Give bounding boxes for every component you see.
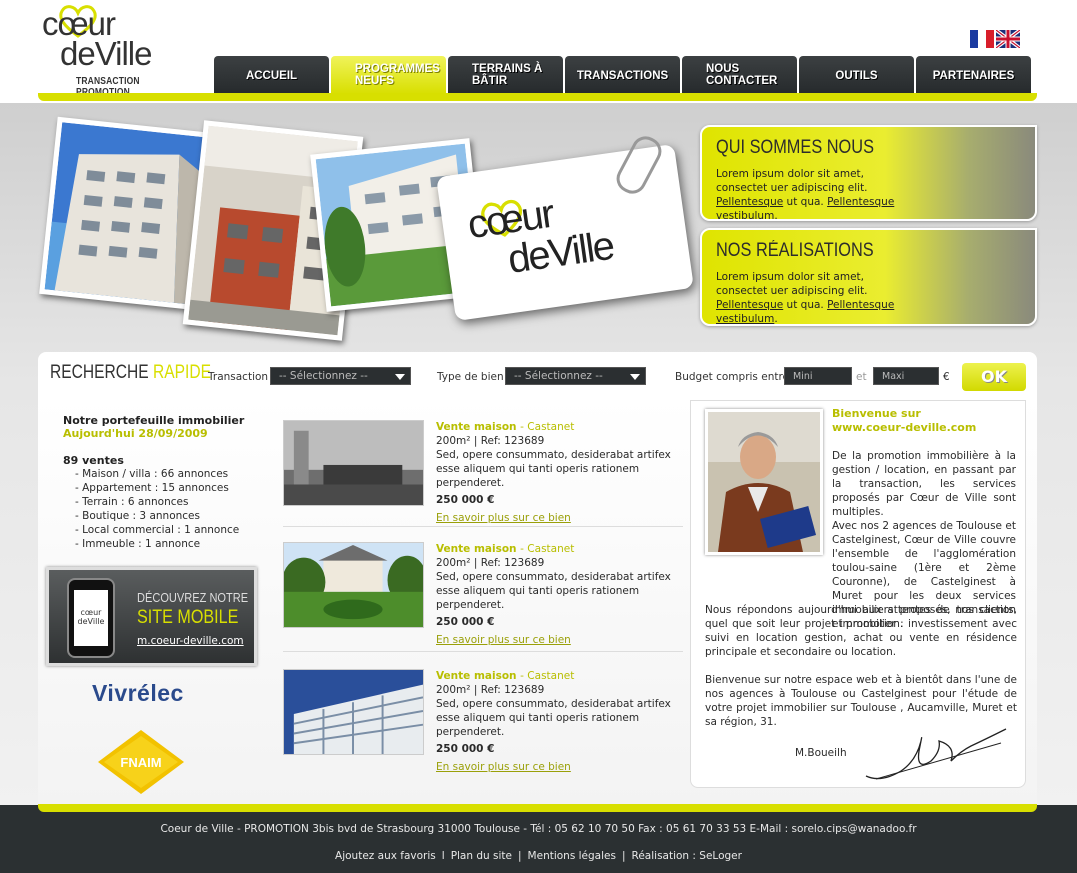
listing-card[interactable]: Vente maison - Castanet 200m² | Ref: 123… — [283, 420, 683, 524]
mobile-banner-line2: SITE MOBILE — [137, 607, 239, 628]
list-item[interactable]: - Appartement : 15 annonces — [75, 481, 263, 495]
portfolio-date: Aujourd'hui 28/09/2009 — [63, 427, 208, 440]
fnaim-text: FNAIM — [120, 755, 161, 770]
signature-name: M.Boueilh — [795, 747, 847, 759]
promo-title: QUI SOMMES NOUS — [716, 137, 874, 158]
listing-info: Vente maison - Castanet 200m² | Ref: 123… — [436, 669, 686, 774]
listing-title[interactable]: Vente maison - Castanet — [436, 669, 686, 683]
type-select[interactable]: -- Sélectionnez -- — [505, 367, 646, 385]
footer-links: Ajoutez aux favoris l Plan du site | Mention… — [335, 850, 742, 862]
listing-photo[interactable] — [283, 669, 424, 755]
welcome-paragraph: Nous répondons aujourd'hui aux attentes … — [705, 604, 1017, 658]
chevron-down-icon — [395, 374, 405, 380]
list-item[interactable]: - Terrain : 6 annonces — [75, 495, 263, 509]
type-label: Type de bien — [437, 371, 504, 383]
listing-price: 250 000 € — [436, 494, 495, 506]
promo-qui-sommes-nous[interactable]: QUI SOMMES NOUS Lorem ipsum dolor sit am… — [700, 125, 1037, 221]
mobile-site-banner[interactable]: cœur deVille DÉCOUVREZ NOTRE SITE MOBILE… — [46, 567, 257, 666]
listing-price: 250 000 € — [436, 743, 495, 755]
listing-title[interactable]: Vente maison - Castanet — [436, 420, 686, 434]
mobile-banner-line1: DÉCOUVREZ NOTRE — [137, 590, 249, 605]
nav-transactions[interactable]: TRANSACTIONS — [565, 56, 680, 94]
header: cœur deVille TRANSACTION PROMOTION ACCUE… — [0, 0, 1077, 103]
budget-max-input[interactable]: Maxi — [873, 367, 939, 385]
list-item[interactable]: - Immeuble : 1 annonce — [75, 537, 263, 551]
footer-accent-bar — [38, 804, 1037, 812]
nav-partenaires[interactable]: PARTENAIRES — [916, 56, 1031, 94]
footer-link-favoris[interactable]: Ajoutez aux favoris — [335, 850, 436, 862]
promo-link[interactable]: Pellentesque — [716, 299, 783, 311]
nav-accueil[interactable]: ACCUEIL — [214, 56, 329, 94]
listing-description: Sed, opere consummato, desiderabat artif… — [436, 449, 671, 489]
welcome-title: Bienvenue sur www.coeur-deville.com — [832, 407, 977, 434]
footer-link-realisation[interactable]: Réalisation : SeLoger — [632, 850, 742, 862]
transaction-label: Transaction — [208, 371, 269, 383]
divider — [283, 526, 683, 527]
transaction-select[interactable]: -- Sélectionnez -- — [270, 367, 411, 385]
listing-photo[interactable] — [283, 542, 424, 628]
welcome-paragraph: De la promotion immobilière à la gestion… — [832, 450, 1016, 518]
listing-more-link[interactable]: En savoir plus sur ce bien — [436, 511, 686, 525]
search-ok-button[interactable]: OK — [962, 363, 1026, 391]
listing-ref: 200m² | Ref: 123689 — [436, 684, 545, 696]
logo-text-line2: deVille — [60, 35, 152, 72]
listing-photo[interactable] — [283, 420, 424, 506]
portfolio-summary: Notre portefeuille immobilier Aujourd'hu… — [63, 414, 263, 551]
welcome-panel: Bienvenue sur www.coeur-deville.com De la… — [690, 400, 1026, 788]
phone-screen-logo: cœur deVille — [74, 590, 108, 646]
footer-link-plan[interactable]: Plan du site — [451, 850, 512, 862]
nav-outils[interactable]: OUTILS — [799, 56, 914, 94]
listing-card[interactable]: Vente maison - Castanet 200m² | Ref: 123… — [283, 669, 683, 773]
fnaim-logo[interactable]: FNAIM — [98, 730, 184, 794]
listing-more-link[interactable]: En savoir plus sur ce bien — [436, 633, 686, 647]
nav-terrains-a-batir[interactable]: TERRAINS À BÂTIR — [448, 56, 563, 94]
flag-fr-icon[interactable] — [970, 30, 994, 48]
promo-link[interactable]: Pellentesque — [716, 196, 783, 208]
footer-link-mentions[interactable]: Mentions légales — [528, 850, 616, 862]
site-logo[interactable]: cœur deVille TRANSACTION PROMOTION — [38, 5, 198, 98]
listing-more-link[interactable]: En savoir plus sur ce bien — [436, 760, 686, 774]
list-item[interactable]: - Boutique : 3 annonces — [75, 509, 263, 523]
divider — [283, 651, 683, 652]
nav-nous-contacter[interactable]: NOUS CONTACTER — [682, 56, 797, 94]
listing-description: Sed, opere consummato, desiderabat artif… — [436, 571, 671, 611]
listing-ref: 200m² | Ref: 123689 — [436, 557, 545, 569]
promo-text: Lorem ipsum dolor sit amet, consectet ue… — [716, 168, 895, 221]
listing-price: 250 000 € — [436, 616, 495, 628]
portfolio-list: - Maison / villa : 66 annonces - Apparte… — [75, 467, 263, 551]
footer: Coeur de Ville - PROMOTION 3bis bvd de S… — [0, 805, 1077, 873]
vivrelec-logo[interactable]: Vivrélec — [92, 680, 184, 707]
header-accent-bar — [38, 93, 1037, 101]
search-title: RECHERCHE RAPIDE — [50, 362, 212, 383]
listing-info: Vente maison - Castanet 200m² | Ref: 123… — [436, 420, 686, 525]
nav-programmes-neufs[interactable]: PROGRAMMES NEUFS — [331, 56, 446, 94]
smartphone-icon: cœur deVille — [67, 578, 115, 658]
and-label: et — [856, 371, 867, 383]
list-item[interactable]: - Maison / villa : 66 annonces — [75, 467, 263, 481]
mobile-site-link[interactable]: m.coeur-deville.com — [137, 635, 244, 647]
director-portrait — [705, 409, 823, 555]
listing-description: Sed, opere consummato, desiderabat artif… — [436, 698, 671, 738]
footer-address: Coeur de Ville - PROMOTION 3bis bvd de S… — [160, 823, 917, 835]
listing-title[interactable]: Vente maison - Castanet — [436, 542, 686, 556]
listing-info: Vente maison - Castanet 200m² | Ref: 123… — [436, 542, 686, 647]
chevron-down-icon — [630, 374, 640, 380]
quick-search-bar: RECHERCHE RAPIDE Transaction -- Sélectio… — [38, 352, 1037, 398]
listing-ref: 200m² | Ref: 123689 — [436, 435, 545, 447]
promo-title: NOS RÉALISATIONS — [716, 240, 874, 261]
portfolio-count: 89 ventes — [63, 454, 124, 467]
listing-card[interactable]: Vente maison - Castanet 200m² | Ref: 123… — [283, 542, 683, 646]
promo-text: Lorem ipsum dolor sit amet, consectet ue… — [716, 271, 895, 325]
budget-label: Budget compris entre — [675, 371, 790, 383]
currency-label: € — [943, 371, 950, 383]
budget-min-input[interactable]: Mini — [784, 367, 852, 385]
list-item[interactable]: - Local commercial : 1 annonce — [75, 523, 263, 537]
portfolio-heading: Notre portefeuille immobilier — [63, 414, 245, 427]
promo-nos-realisations[interactable]: NOS RÉALISATIONS Lorem ipsum dolor sit a… — [700, 228, 1037, 326]
handwritten-signature — [865, 728, 1007, 780]
flag-en-icon[interactable] — [996, 30, 1020, 48]
